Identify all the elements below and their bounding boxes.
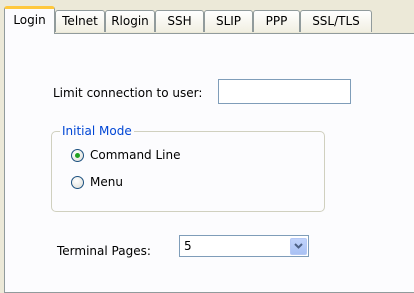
dropdown-button[interactable] — [290, 237, 307, 255]
tab-label: Telnet — [62, 14, 98, 28]
tab-label: Login — [13, 13, 46, 27]
tab-label: Rlogin — [111, 14, 149, 28]
radio-menu-label: Menu — [90, 175, 123, 189]
terminal-pages-value: 5 — [184, 239, 192, 253]
terminal-pages-label: Terminal Pages: — [57, 244, 151, 258]
tab-ssl-tls[interactable]: SSL/TLS — [300, 10, 372, 32]
terminal-pages-select[interactable]: 5 — [179, 235, 309, 257]
tab-ppp[interactable]: PPP — [253, 10, 300, 32]
chevron-down-icon — [294, 243, 303, 249]
tab-telnet[interactable]: Telnet — [55, 10, 105, 32]
radio-menu[interactable]: Menu — [71, 175, 123, 189]
tab-label: SLIP — [215, 14, 242, 28]
limit-connection-label: Limit connection to user: — [53, 86, 203, 100]
radio-unchecked-icon — [71, 175, 84, 189]
tab-slip[interactable]: SLIP — [204, 10, 253, 32]
initial-mode-title: Initial Mode — [60, 124, 134, 138]
tab-rlogin[interactable]: Rlogin — [105, 10, 155, 32]
tab-label: PPP — [265, 14, 288, 28]
radio-command-line-label: Command Line — [90, 148, 181, 162]
login-tab-page: Limit connection to user: Initial Mode C… — [4, 33, 414, 293]
tab-label: SSH — [167, 14, 192, 28]
tab-ssh[interactable]: SSH — [155, 10, 204, 32]
initial-mode-groupbox: Initial Mode Command Line Menu — [51, 124, 325, 212]
limit-connection-user-input[interactable] — [218, 79, 351, 104]
radio-checked-icon — [71, 148, 84, 162]
tab-login[interactable]: Login — [4, 6, 55, 34]
tab-label: SSL/TLS — [312, 14, 360, 28]
radio-command-line[interactable]: Command Line — [71, 148, 181, 162]
